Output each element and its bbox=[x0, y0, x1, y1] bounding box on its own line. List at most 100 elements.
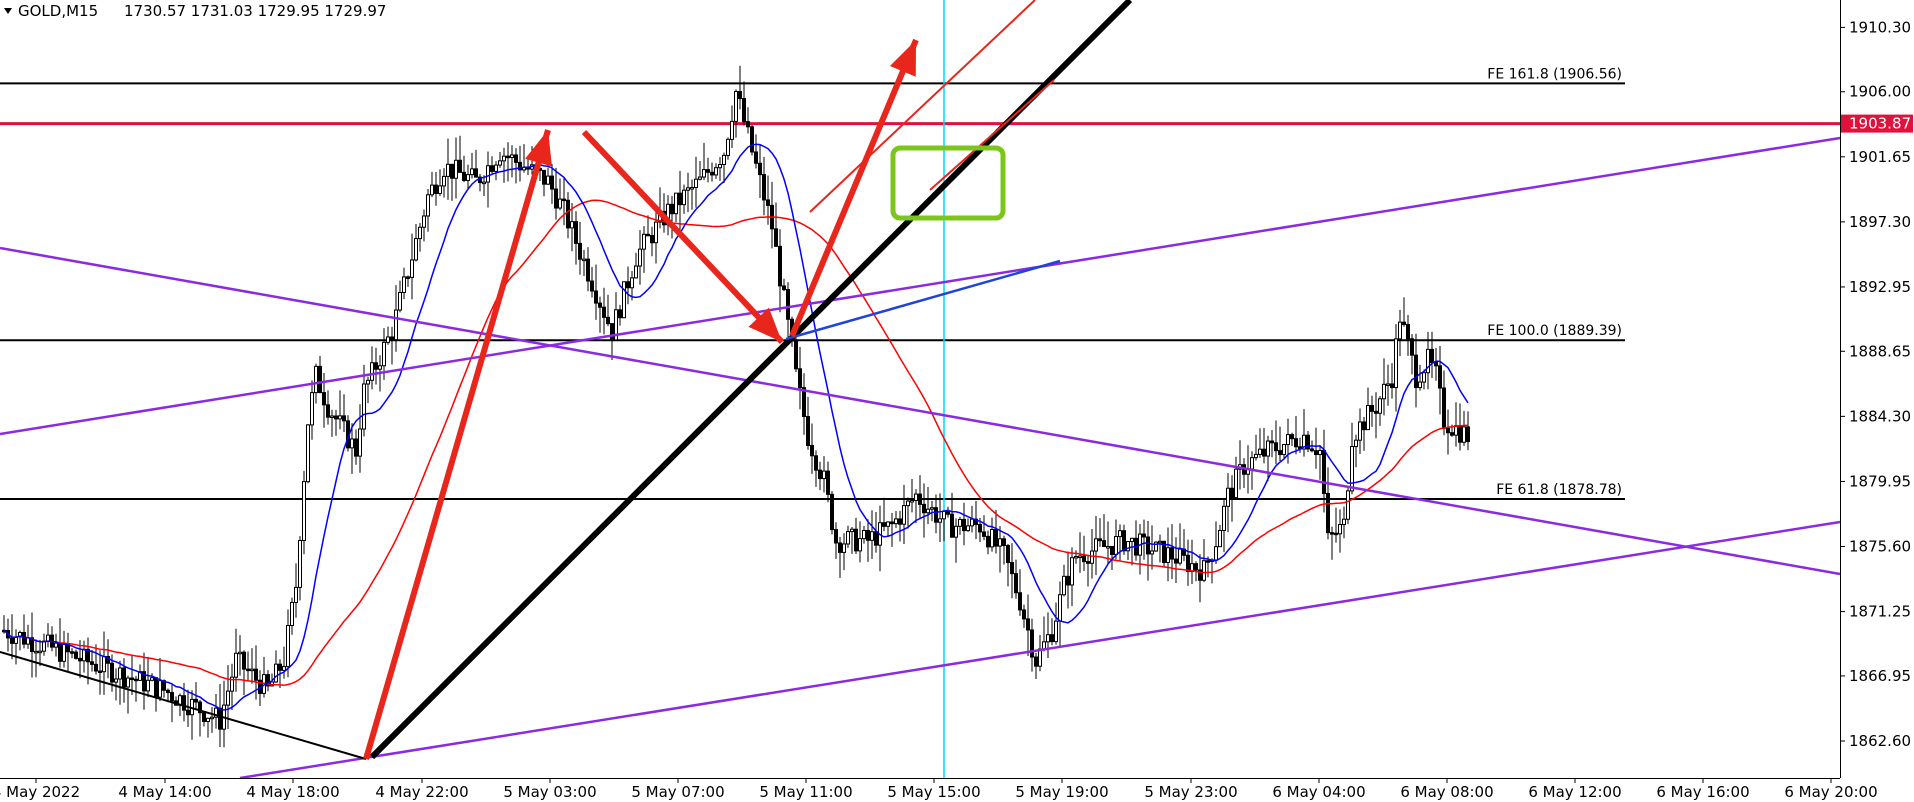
bear-candle bbox=[374, 362, 378, 370]
bull-candle bbox=[926, 508, 930, 514]
bull-candle bbox=[234, 652, 238, 678]
bull-candle bbox=[314, 365, 318, 394]
bear-candle bbox=[334, 415, 338, 420]
bear-candle bbox=[774, 228, 778, 247]
bear-candle bbox=[670, 203, 674, 215]
bull-candle bbox=[466, 174, 470, 181]
bear-candle bbox=[650, 234, 654, 244]
bear-candle bbox=[802, 387, 806, 418]
bear-candle bbox=[170, 692, 174, 702]
bull-candle bbox=[310, 392, 314, 426]
bull-candle bbox=[510, 154, 514, 159]
bear-candle bbox=[182, 695, 186, 711]
bear-candle bbox=[578, 242, 582, 260]
bull-candle bbox=[1342, 518, 1346, 525]
price-tick-label: 1910.30 bbox=[1849, 18, 1911, 36]
bull-candle bbox=[1386, 383, 1390, 386]
bull-candle bbox=[1462, 426, 1466, 443]
bull-candle bbox=[1126, 541, 1130, 552]
red-channel-line-lower bbox=[929, 79, 1055, 191]
bear-candle bbox=[278, 663, 282, 671]
bear-candle bbox=[602, 306, 606, 318]
bull-candle bbox=[438, 185, 442, 194]
bear-candle bbox=[130, 677, 134, 681]
bull-candle bbox=[442, 175, 446, 187]
bull-candle bbox=[150, 677, 154, 681]
bear-candle bbox=[1146, 536, 1150, 555]
bull-candle bbox=[470, 168, 474, 176]
bear-candle bbox=[750, 126, 754, 153]
chevron-down-icon[interactable] bbox=[4, 8, 12, 14]
bull-candle bbox=[238, 651, 242, 655]
price-chart[interactable]: FE 161.8 (1906.56) FE 100.0 (1889.39) FE 6… bbox=[0, 0, 1914, 802]
bear-candle bbox=[594, 290, 598, 304]
bull-candle bbox=[1070, 557, 1074, 586]
bear-candle bbox=[806, 416, 810, 446]
bull-candle bbox=[1158, 540, 1162, 544]
bear-candle bbox=[1278, 450, 1282, 456]
bull-candle bbox=[1394, 338, 1398, 389]
bull-candle bbox=[822, 470, 826, 480]
bull-candle bbox=[722, 154, 726, 166]
bear-candle bbox=[566, 199, 570, 229]
bull-candle bbox=[734, 90, 738, 122]
time-tick-label: 5 May 07:00 bbox=[631, 783, 724, 801]
bear-candle bbox=[242, 651, 246, 670]
bear-candle bbox=[554, 188, 558, 209]
bull-candle bbox=[502, 155, 506, 162]
bear-candle bbox=[98, 670, 102, 673]
bull-candle bbox=[846, 531, 850, 545]
bear-candle bbox=[1050, 634, 1054, 643]
bear-candle bbox=[1410, 338, 1414, 356]
time-tick-label: 6 May 20:00 bbox=[1784, 783, 1877, 801]
bull-candle bbox=[102, 655, 106, 673]
bull-candle bbox=[546, 175, 550, 185]
bull-candle bbox=[558, 198, 562, 209]
bear-candle bbox=[1290, 434, 1294, 440]
bull-candle bbox=[1094, 538, 1098, 552]
bull-candle bbox=[1422, 372, 1426, 383]
time-tick-label: 5 May 11:00 bbox=[759, 783, 852, 801]
bear-candle bbox=[810, 444, 814, 457]
bull-candle bbox=[1150, 550, 1154, 555]
bear-candle bbox=[866, 529, 870, 541]
bull-candle bbox=[638, 248, 642, 267]
bull-candle bbox=[426, 194, 430, 217]
symbol-name: GOLD,M15 bbox=[18, 2, 98, 20]
bear-candle bbox=[778, 245, 782, 287]
symbol-info[interactable]: GOLD,M15 1730.57 1731.03 1729.95 1729.97 bbox=[4, 2, 386, 20]
bear-candle bbox=[1322, 449, 1326, 495]
channel-upper-line bbox=[0, 136, 1841, 436]
bull-candle bbox=[886, 521, 890, 527]
bull-candle bbox=[54, 642, 58, 648]
bear-candle bbox=[618, 309, 622, 319]
bear-candle bbox=[1230, 487, 1234, 499]
bear-candle bbox=[598, 302, 602, 308]
bear-candle bbox=[218, 707, 222, 730]
time-axis: 4 May 2022 4 May 14:00 4 May 18:00 4 May 22… bbox=[0, 778, 1878, 801]
bull-candle bbox=[622, 281, 626, 319]
bull-candle bbox=[906, 500, 910, 507]
bear-candle bbox=[474, 168, 478, 178]
bear-candle bbox=[946, 510, 950, 515]
bull-candle bbox=[1258, 448, 1262, 455]
bull-candle bbox=[114, 678, 118, 683]
impulse-up-arrow-shaft bbox=[363, 129, 551, 760]
time-tick-label: 6 May 16:00 bbox=[1656, 783, 1749, 801]
price-tick-label: 1866.95 bbox=[1849, 667, 1911, 685]
price-tick-label: 1897.30 bbox=[1849, 213, 1911, 231]
bear-candle bbox=[838, 542, 842, 553]
bull-candle bbox=[358, 428, 362, 457]
bull-candle bbox=[210, 716, 214, 720]
bull-candle bbox=[690, 186, 694, 190]
bear-candle bbox=[1294, 438, 1298, 448]
bear-candle bbox=[814, 455, 818, 471]
bull-candle bbox=[1234, 468, 1238, 499]
bull-candle bbox=[858, 538, 862, 552]
bull-candle bbox=[998, 538, 1002, 547]
time-tick-label: 6 May 08:00 bbox=[1400, 783, 1493, 801]
bear-candle bbox=[746, 121, 750, 128]
bull-candle bbox=[1226, 487, 1230, 507]
ma-fast-line bbox=[3, 143, 1469, 711]
bear-candle bbox=[1390, 383, 1394, 389]
